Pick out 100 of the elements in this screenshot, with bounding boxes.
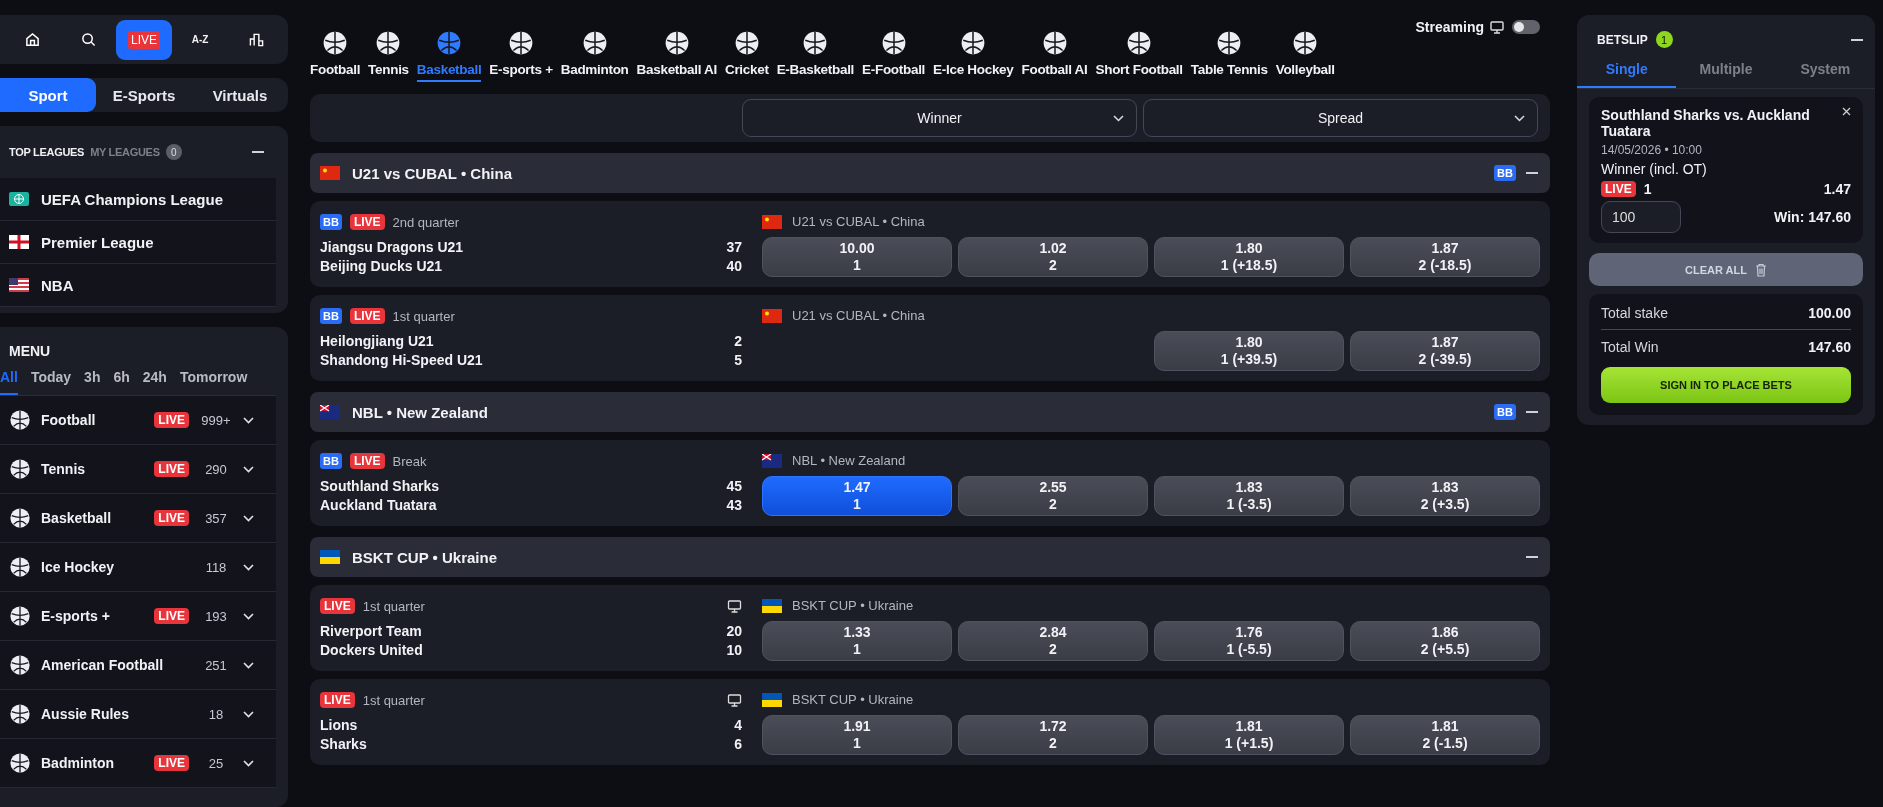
odds-button[interactable]: 2.55 2: [958, 475, 1148, 516]
live-badge: LIVE: [154, 461, 189, 477]
discipline-tab[interactable]: E-Football: [862, 30, 926, 82]
sport-menu-item[interactable]: Badminton LIVE 25: [0, 739, 276, 788]
bb-badge: BB: [1494, 165, 1516, 181]
discipline-tab[interactable]: Table Tennis: [1190, 30, 1268, 82]
sign-in-button[interactable]: SIGN IN TO PLACE BETS: [1601, 367, 1851, 403]
odds-button[interactable]: 1.87 2 (-39.5): [1350, 330, 1540, 371]
odds-button[interactable]: 1.33 1: [762, 620, 952, 661]
discipline-tab[interactable]: Short Football: [1095, 30, 1183, 82]
bet-type-tab[interactable]: Multiple: [1676, 54, 1776, 88]
time-filter-tab[interactable]: Tomorrow: [179, 369, 248, 395]
odds-button[interactable]: 1.83 2 (+3.5): [1350, 475, 1540, 516]
market-dropdown[interactable]: Spread: [1143, 99, 1538, 137]
match-period: 2nd quarter: [392, 214, 460, 230]
discipline-tab[interactable]: Football: [310, 30, 361, 82]
live-badge: LIVE: [320, 692, 355, 708]
discipline-tab[interactable]: Basketball: [416, 30, 482, 82]
team-score: 20: [726, 623, 742, 639]
discipline-tab[interactable]: Cricket: [724, 30, 769, 82]
discipline-tab[interactable]: Tennis: [368, 30, 409, 82]
team-name: Auckland Tuatara: [320, 497, 437, 513]
sport-menu-item[interactable]: Football LIVE 999+: [0, 396, 276, 445]
team-name: Lions: [320, 717, 358, 733]
team-name: Jiangsu Dragons U21: [320, 239, 464, 255]
team-score: 40: [726, 258, 742, 274]
discipline-tab[interactable]: Football AI: [1021, 30, 1088, 82]
discipline-tab[interactable]: E-sports +: [489, 30, 553, 82]
discipline-tab[interactable]: Volleyball: [1275, 30, 1335, 82]
odds-button[interactable]: 1.81 2 (-1.5): [1350, 714, 1540, 755]
count-badge: 1: [1655, 31, 1673, 48]
event-league: NBL • New Zealand: [792, 453, 906, 468]
product-tab[interactable]: E-Sports: [96, 78, 192, 112]
odds-button[interactable]: 1.83 1 (-3.5): [1154, 475, 1344, 516]
team-name: Shandong Hi-Speed U21: [320, 352, 483, 368]
discipline-tab[interactable]: Badminton: [560, 30, 629, 82]
time-filter-tab[interactable]: 6h: [113, 369, 130, 395]
team-score: 43: [726, 497, 742, 513]
team-score: 4: [734, 717, 742, 733]
odds-button[interactable]: 1.80 1 (+39.5): [1154, 330, 1344, 371]
odds-button[interactable]: 1.02 2: [958, 236, 1148, 277]
sport-menu-item[interactable]: Aussie Rules 18: [0, 690, 276, 739]
product-tab[interactable]: Virtuals: [192, 78, 288, 112]
live-badge: LIVE: [320, 598, 355, 614]
sport-menu-item[interactable]: American Football 251: [0, 641, 276, 690]
league-header[interactable]: BSKT CUP • Ukraine: [310, 537, 1550, 577]
event-league: U21 vs CUBAL • China: [792, 214, 925, 229]
event-league: BSKT CUP • Ukraine: [792, 692, 914, 707]
odds-button[interactable]: 1.87 2 (-18.5): [1350, 236, 1540, 277]
league-item[interactable]: UEFA Champions League: [0, 178, 276, 221]
leagues-tab[interactable]: TOP LEAGUES: [9, 146, 85, 158]
event-count: 290: [204, 461, 228, 477]
leagues-tab[interactable]: MY LEAGUES: [90, 146, 160, 158]
time-filter-tab[interactable]: 3h: [84, 369, 101, 395]
sport-menu-item[interactable]: Tennis LIVE 290: [0, 445, 276, 494]
sport-menu-item[interactable]: Ice Hockey 118: [0, 543, 276, 592]
odds-button[interactable]: 1.91 1: [762, 714, 952, 755]
odds-button[interactable]: 1.72 2: [958, 714, 1148, 755]
az-nav-button[interactable]: A-Z: [172, 19, 228, 60]
total-label: Total Win: [1601, 338, 1659, 355]
time-filter-tab[interactable]: Today: [30, 369, 72, 395]
bet-type-tab[interactable]: Single: [1577, 54, 1677, 88]
bb-badge: BB: [1494, 404, 1516, 420]
discipline-tab[interactable]: Basketball AI: [636, 30, 717, 82]
sport-menu-item[interactable]: E-sports + LIVE 193: [0, 592, 276, 641]
bet-type-tab[interactable]: System: [1775, 54, 1875, 88]
match-period: 1st quarter: [392, 308, 455, 324]
odds-button[interactable]: 10.00 1: [762, 236, 952, 277]
event-league: U21 vs CUBAL • China: [792, 308, 925, 323]
live-nav-button[interactable]: LIVE: [116, 19, 172, 60]
team-name: Southland Sharks: [320, 478, 440, 494]
live-badge: LIVE: [154, 608, 189, 624]
odds-button[interactable]: 1.47 1: [762, 475, 952, 516]
bet-pick: 1: [1643, 181, 1652, 197]
league-name: BSKT CUP • Ukraine: [352, 548, 497, 566]
league-item[interactable]: NBA: [0, 264, 276, 307]
clear-all-button[interactable]: CLEAR ALL: [1589, 253, 1863, 286]
odds-button[interactable]: 1.81 1 (+1.5): [1154, 714, 1344, 755]
product-tab[interactable]: Sport: [0, 78, 96, 112]
team-score: 6: [734, 736, 742, 752]
odds-button[interactable]: 2.84 2: [958, 620, 1148, 661]
stake-input[interactable]: 100: [1601, 201, 1681, 233]
league-item[interactable]: Premier League: [0, 221, 276, 264]
odds-button[interactable]: 1.80 1 (+18.5): [1154, 236, 1344, 277]
discipline-tab[interactable]: E-Ice Hockey: [933, 30, 1014, 82]
sport-menu-item[interactable]: Basketball LIVE 357: [0, 494, 276, 543]
live-badge: LIVE: [154, 412, 189, 428]
match-period: 1st quarter: [362, 598, 425, 614]
total-value: 147.60: [1808, 338, 1851, 355]
bet-date: 14/05/2026 • 10:00: [1601, 143, 1703, 157]
league-header[interactable]: U21 vs CUBAL • China BB: [310, 153, 1550, 193]
odds-button[interactable]: 1.86 2 (+5.5): [1350, 620, 1540, 661]
league-header[interactable]: NBL • New Zealand BB: [310, 392, 1550, 432]
time-filter-tab[interactable]: 24h: [142, 369, 167, 395]
event-count: 193: [204, 608, 228, 624]
market-dropdown[interactable]: Winner: [742, 99, 1137, 137]
odds-button[interactable]: 1.76 1 (-5.5): [1154, 620, 1344, 661]
event-count: 25: [207, 755, 225, 771]
event-count: 118: [204, 559, 228, 575]
discipline-tab[interactable]: E-Basketball: [776, 30, 855, 82]
